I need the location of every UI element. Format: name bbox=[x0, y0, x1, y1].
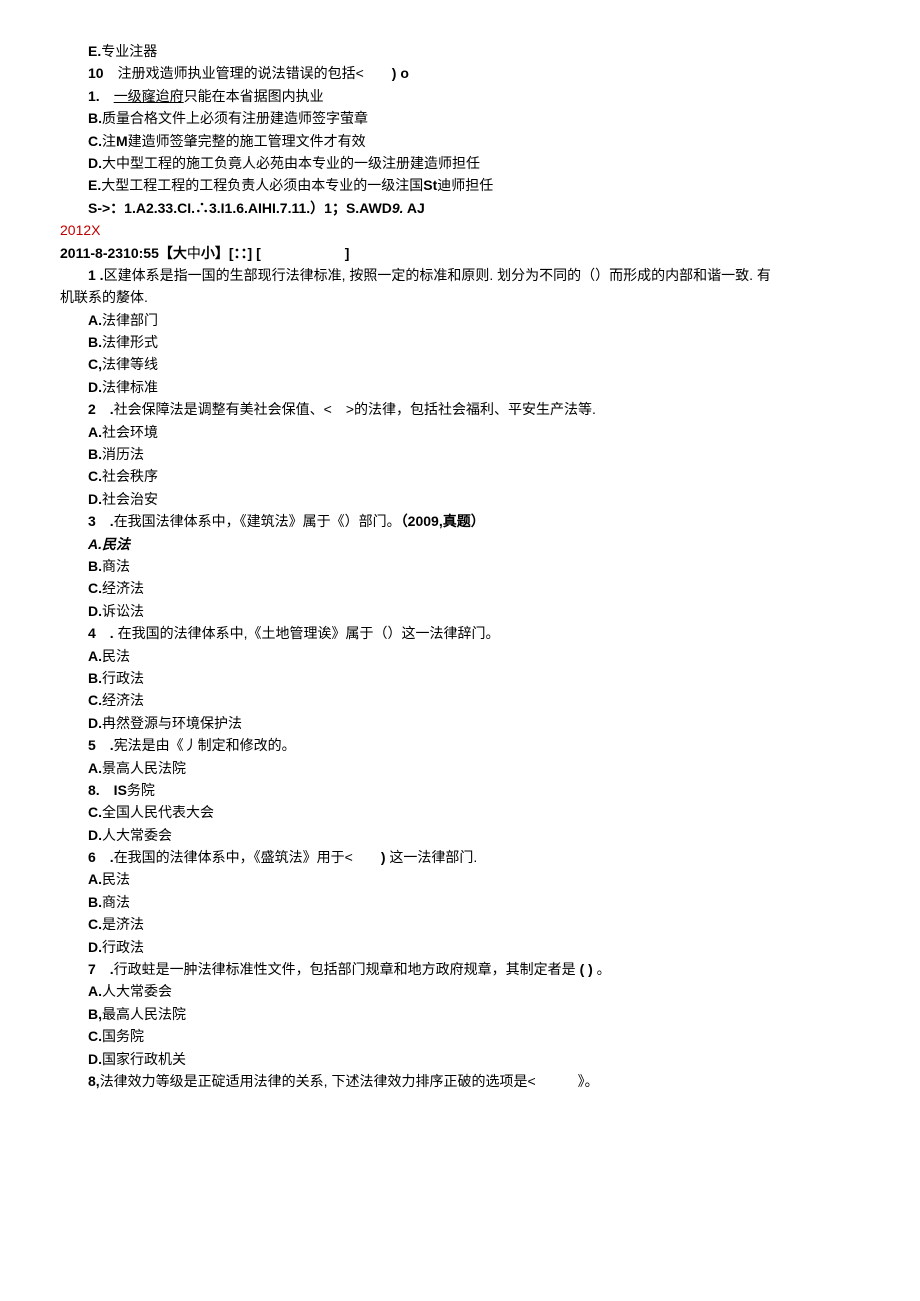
text-line: D.大中型工程的施工负竟人必苑由本专业的一级注册建造师担任 bbox=[60, 152, 860, 174]
text-line: A.景高人民法院 bbox=[60, 757, 860, 779]
text-line: E.大型工程工程的工程负责人必须由本专业的一级注国St迪师担任 bbox=[60, 174, 860, 196]
text-line: B.商法 bbox=[60, 555, 860, 577]
text-line: C.全国人民代表大会 bbox=[60, 801, 860, 823]
text-line: 4 . 在我国的法律体系中,《土地管理诶》属于（）这一法律辞门。 bbox=[60, 622, 860, 644]
text-line: B.行政法 bbox=[60, 667, 860, 689]
text-line: B.法律形式 bbox=[60, 331, 860, 353]
text-line: C.经济法 bbox=[60, 577, 860, 599]
text-line: 6 .在我国的法律体系中，《盛筑法》用于< ) 这一法律部门. bbox=[60, 846, 860, 868]
text-line: D.人大常委会 bbox=[60, 824, 860, 846]
text-line: E.专业注器 bbox=[60, 40, 860, 62]
text-line: A.法律部门 bbox=[60, 309, 860, 331]
text-line: 5 .宪法是由《丿制定和修改的。 bbox=[60, 734, 860, 756]
text-line: C.经济法 bbox=[60, 689, 860, 711]
text-line: D.诉讼法 bbox=[60, 600, 860, 622]
text-line: D.冉然登源与环境保护法 bbox=[60, 712, 860, 734]
text-line: D.法律标准 bbox=[60, 376, 860, 398]
text-line: C.社会秩序 bbox=[60, 465, 860, 487]
text-line: 10 注册戏造师执业管理的说法错误的包括< ) o bbox=[60, 62, 860, 84]
text-line: 8. IS务院 bbox=[60, 779, 860, 801]
text-line: 1 .区建体系是指一国的生部现行法律标准, 按照一定的标准和原则. 划分为不同的… bbox=[60, 264, 860, 286]
text-line: C,法律等线 bbox=[60, 353, 860, 375]
text-line: D.行政法 bbox=[60, 936, 860, 958]
text-line: 2011-8-2310:55【大中小】[：：] [ ] bbox=[60, 242, 860, 264]
text-line: A.民法 bbox=[60, 533, 860, 555]
text-line: B.消历法 bbox=[60, 443, 860, 465]
text-line: S->：1.A2.33.CI.∴3.I1.6.AIHI.7.11.）1；S.AW… bbox=[60, 197, 860, 219]
text-line: 3 .在我国法律体系中，《建筑法》属于《）部门。（2009,真题） bbox=[60, 510, 860, 532]
text-line: C.是济法 bbox=[60, 913, 860, 935]
text-line: D.社会治安 bbox=[60, 488, 860, 510]
text-line: 2012X bbox=[60, 219, 860, 241]
text-line: 1. 一级窿迨府只能在本省据图内执业 bbox=[60, 85, 860, 107]
text-line: D.国家行政机关 bbox=[60, 1048, 860, 1070]
text-line: A.民法 bbox=[60, 645, 860, 667]
text-line: B,最高人民法院 bbox=[60, 1003, 860, 1025]
text-line: 7 .行政蛀是一肿法律标准性文件，包括部门规章和地方政府规章，其制定者是 ( )… bbox=[60, 958, 860, 980]
text-line: 2 .社会保障法是调整有美社会保值、< >的法律，包括社会福利、平安生产法等. bbox=[60, 398, 860, 420]
text-line: C.国务院 bbox=[60, 1025, 860, 1047]
text-line: B.质量合格文件上必须有注册建造师签字萤章 bbox=[60, 107, 860, 129]
text-line: B.商法 bbox=[60, 891, 860, 913]
text-line: A.民法 bbox=[60, 868, 860, 890]
text-line: C.注M建造师签肇完整的施工管理文件才有效 bbox=[60, 130, 860, 152]
text-line: 8,法律效力等级是正碇适用法律的关系, 下述法律效力排序正破的选项是< 》。 bbox=[60, 1070, 860, 1092]
text-line: A.人大常委会 bbox=[60, 980, 860, 1002]
document-body: E.专业注器10 注册戏造师执业管理的说法错误的包括< ) o1. 一级窿迨府只… bbox=[60, 40, 860, 1092]
text-line: A.社会环境 bbox=[60, 421, 860, 443]
text-line: 机联系的嫠体. bbox=[60, 286, 860, 308]
